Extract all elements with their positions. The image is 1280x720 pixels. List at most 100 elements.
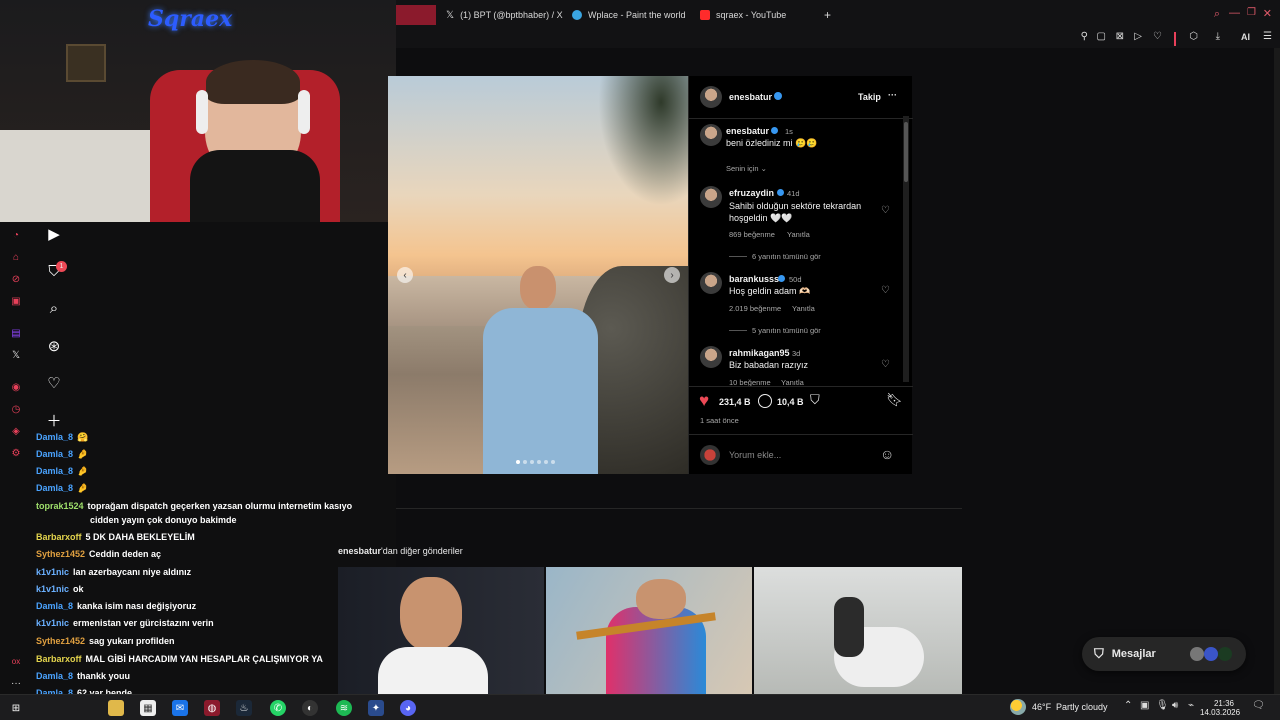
comment-user[interactable]: barankusss <box>729 274 779 284</box>
comment-user[interactable]: efruzaydin <box>729 188 774 198</box>
like-count[interactable]: 231,4 B <box>719 397 751 407</box>
compass-icon[interactable]: ⊛ <box>44 336 64 356</box>
spotify-icon[interactable]: ≋ <box>336 700 352 716</box>
avatar[interactable] <box>700 124 722 146</box>
volume-icon[interactable]: 🔊︎ <box>1172 700 1178 711</box>
network-icon[interactable]: ⌁ <box>1188 700 1194 711</box>
chat-username[interactable]: k1v1nic <box>36 567 69 577</box>
weather-text[interactable]: Partly cloudy <box>1056 702 1108 712</box>
more-post-thumbnail[interactable] <box>754 567 962 694</box>
chat-username[interactable]: k1v1nic <box>36 618 69 628</box>
prev-arrow-icon[interactable]: ‹ <box>397 267 413 283</box>
chevron-up-icon[interactable]: ⌃ <box>1124 700 1132 711</box>
download-icon[interactable]: ⤓ <box>1216 31 1220 42</box>
chat-username[interactable]: k1v1nic <box>36 584 69 594</box>
view-replies[interactable]: 5 yanıtın tümünü gör <box>752 326 821 335</box>
heart-icon[interactable]: ♡ <box>44 373 64 393</box>
comment-like-icon[interactable]: ♡ <box>881 359 890 370</box>
reply-button[interactable]: Yanıtla <box>792 304 815 313</box>
emoji-icon[interactable]: ☺ <box>880 446 894 462</box>
caption-user[interactable]: enesbatur <box>726 126 769 136</box>
discord-icon[interactable]: ◕ <box>400 700 416 716</box>
rail-icon[interactable]: ▣ <box>9 294 23 308</box>
search-icon[interactable]: ⌕ <box>44 298 64 318</box>
extensions-icon[interactable]: ⬡ <box>1189 31 1198 42</box>
obs-icon[interactable]: ◐ <box>302 700 318 716</box>
create-icon[interactable]: ＋ <box>44 410 64 430</box>
chat-username[interactable]: Sythez1452 <box>36 549 85 559</box>
comments-scrollbar[interactable] <box>903 116 909 382</box>
comment-likes[interactable]: 10 beğenme <box>729 378 771 386</box>
tab-youtube[interactable]: sqraex - YouTube <box>700 5 786 25</box>
minimize-icon[interactable]: — <box>1229 7 1240 19</box>
reply-button[interactable]: Yanıtla <box>787 230 810 239</box>
chat-username[interactable]: Damla_8 <box>36 483 73 493</box>
chat-username[interactable]: Damla_8 <box>36 671 73 681</box>
reply-button[interactable]: Yanıtla <box>781 378 804 386</box>
comment-like-icon[interactable]: ♡ <box>881 285 890 296</box>
rail-icon[interactable]: ox <box>9 654 23 668</box>
tray-icon[interactable]: ▣ <box>1140 700 1149 711</box>
bookmark-icon[interactable]: 🔖︎ <box>886 392 903 408</box>
comment-like-icon[interactable]: ♡ <box>881 205 890 216</box>
rail-icon[interactable]: ◔ <box>9 228 23 242</box>
rail-icon[interactable]: ⌂ <box>9 250 23 264</box>
chat-username[interactable]: Damla_8 <box>36 466 73 476</box>
chat-username[interactable]: toprak1524 <box>36 501 84 511</box>
more-post-thumbnail[interactable] <box>546 567 752 694</box>
clock-time[interactable]: 21:36 <box>1204 699 1234 708</box>
twitch-icon[interactable]: ▤ <box>9 326 23 340</box>
mail-icon[interactable]: ✉ <box>172 700 188 716</box>
post-username[interactable]: enesbatur <box>729 92 772 102</box>
screenshot-icon[interactable]: ⊠ <box>1116 31 1124 42</box>
avatar[interactable] <box>700 346 722 368</box>
chat-username[interactable]: Damla_8 <box>36 432 73 442</box>
calendar-icon[interactable]: ▦ <box>140 700 156 716</box>
clock-date[interactable]: 14.03.2026 <box>1200 708 1240 717</box>
file-explorer-icon[interactable] <box>108 700 124 716</box>
next-arrow-icon[interactable]: › <box>664 267 680 283</box>
microphone-icon[interactable]: 🎙︎ <box>1156 700 1169 711</box>
pin-icon[interactable]: ⚲ <box>1081 31 1088 42</box>
browser-icon[interactable]: ◍ <box>204 700 220 716</box>
sort-dropdown[interactable]: Senin için ⌄ <box>726 164 767 173</box>
app-icon[interactable]: ✦ <box>368 700 384 716</box>
avatar[interactable] <box>700 186 722 208</box>
comment-icon[interactable] <box>758 394 772 408</box>
comment-likes[interactable]: 2.019 beğenme <box>729 304 781 313</box>
chat-username[interactable]: Sythez1452 <box>36 636 85 646</box>
more-icon[interactable]: ··· <box>9 676 23 690</box>
play-icon[interactable]: ▷ <box>1134 31 1142 42</box>
share-icon[interactable]: ⛉ <box>810 392 820 408</box>
comment-count[interactable]: 10,4 B <box>777 397 804 407</box>
search-icon[interactable]: ⌕ <box>1214 8 1220 21</box>
messages-button[interactable]: ⛉ Mesajlar <box>1082 637 1246 671</box>
clock-icon[interactable]: ◷ <box>9 402 23 416</box>
chat-username[interactable]: Barbarxoff <box>36 532 82 542</box>
heart-icon[interactable]: ♡ <box>1153 31 1162 42</box>
more-post-thumbnail[interactable] <box>338 567 544 694</box>
follow-button[interactable]: Takip <box>858 92 881 102</box>
steam-icon[interactable]: ♨ <box>236 700 252 716</box>
rail-icon[interactable]: ◈ <box>9 424 23 438</box>
tab-wplace[interactable]: Wplace - Paint the world <box>572 5 686 25</box>
windows-start-icon[interactable]: ⊞ <box>8 700 24 716</box>
more-options-icon[interactable]: ··· <box>888 90 897 100</box>
view-replies[interactable]: 6 yanıtın tümünü gör <box>752 252 821 261</box>
comment-likes[interactable]: 869 beğenme <box>729 230 775 239</box>
whatsapp-icon[interactable]: ✆ <box>270 700 286 716</box>
rail-icon[interactable]: ◉ <box>9 380 23 394</box>
chat-username[interactable]: Damla_8 <box>36 601 73 611</box>
chat-username[interactable]: Barbarxoff <box>36 654 82 664</box>
maximize-icon[interactable]: ❐ <box>1247 7 1256 18</box>
notifications-icon[interactable]: 🗨︎ <box>1252 700 1265 711</box>
page-scrollbar[interactable] <box>1274 48 1280 694</box>
comment-input[interactable]: Yorum ekle... <box>729 450 781 460</box>
active-tab-indicator[interactable] <box>396 5 436 25</box>
like-heart-icon[interactable]: ♥ <box>699 391 709 411</box>
rail-icon[interactable]: ⊘ <box>9 272 23 286</box>
post-image[interactable]: ‹ › <box>388 76 688 474</box>
settings-icon[interactable]: ⚙ <box>9 446 23 460</box>
weather-temp[interactable]: 46°F <box>1032 702 1051 712</box>
sidebar-icon[interactable]: ▢ <box>1097 31 1106 42</box>
